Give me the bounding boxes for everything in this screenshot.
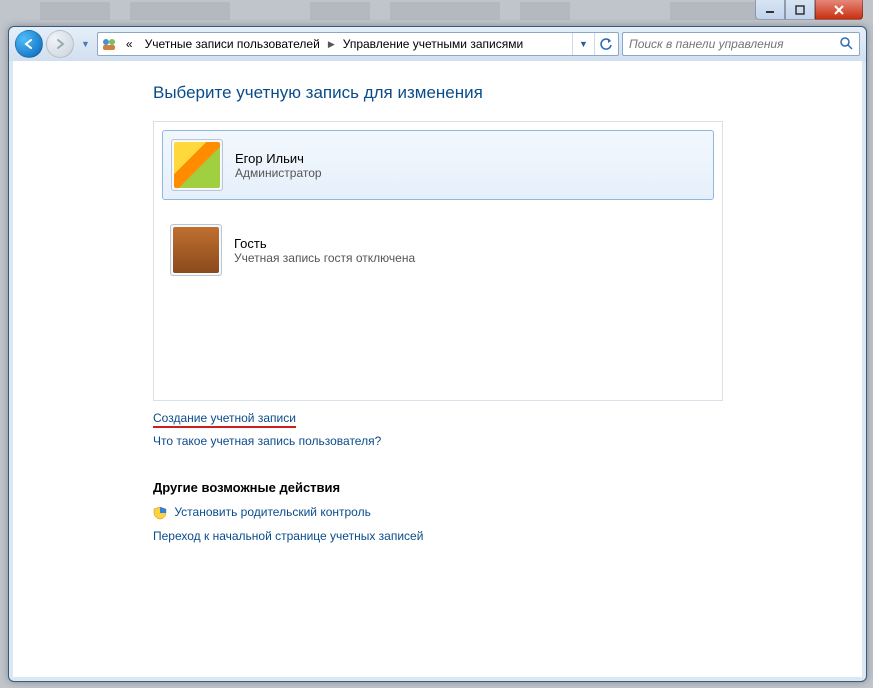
breadcrumb-seg-1[interactable]: Учетные записи пользователей bbox=[141, 37, 324, 51]
search-input[interactable] bbox=[629, 37, 839, 51]
address-dropdown[interactable]: ▼ bbox=[572, 33, 594, 55]
account-picture bbox=[170, 224, 222, 276]
content-area: Выберите учетную запись для изменения Ег… bbox=[13, 61, 862, 677]
history-dropdown[interactable]: ▼ bbox=[77, 39, 94, 49]
refresh-button[interactable] bbox=[594, 33, 616, 55]
page-title: Выберите учетную запись для изменения bbox=[153, 83, 722, 103]
search-icon[interactable] bbox=[839, 36, 853, 53]
account-role: Учетная запись гостя отключена bbox=[234, 251, 415, 265]
user-accounts-icon bbox=[100, 35, 118, 53]
accounts-home-link[interactable]: Переход к начальной странице учетных зап… bbox=[153, 529, 423, 543]
account-role: Администратор bbox=[235, 166, 322, 180]
navigation-bar: ▼ « Учетные записи пользователей ▶ Управ… bbox=[9, 27, 866, 61]
create-account-link[interactable]: Создание учетной записи bbox=[153, 411, 296, 428]
close-button[interactable] bbox=[815, 0, 863, 20]
other-actions-heading: Другие возможные действия bbox=[153, 480, 722, 495]
account-name: Гость bbox=[234, 236, 415, 251]
shield-icon bbox=[153, 506, 167, 520]
window-frame: ▼ « Учетные записи пользователей ▶ Управ… bbox=[8, 26, 867, 682]
address-bar[interactable]: « Учетные записи пользователей ▶ Управле… bbox=[97, 32, 619, 56]
account-card[interactable]: Егор Ильич Администратор bbox=[162, 130, 714, 200]
account-card[interactable]: Гость Учетная запись гостя отключена bbox=[162, 216, 714, 284]
what-is-account-link[interactable]: Что такое учетная запись пользователя? bbox=[153, 434, 381, 448]
parental-control-link[interactable]: Установить родительский контроль bbox=[174, 505, 371, 519]
search-box[interactable] bbox=[622, 32, 860, 56]
account-picture bbox=[171, 139, 223, 191]
minimize-button[interactable] bbox=[755, 0, 785, 20]
accounts-list: Егор Ильич Администратор Гость Учетная з… bbox=[153, 121, 723, 401]
forward-button bbox=[46, 30, 74, 58]
chevron-right-icon[interactable]: ▶ bbox=[328, 39, 335, 50]
breadcrumb-prefix: « bbox=[122, 37, 137, 51]
maximize-button[interactable] bbox=[785, 0, 815, 20]
back-button[interactable] bbox=[15, 30, 43, 58]
account-name: Егор Ильич bbox=[235, 151, 322, 166]
breadcrumb-seg-2[interactable]: Управление учетными записями bbox=[339, 37, 527, 51]
